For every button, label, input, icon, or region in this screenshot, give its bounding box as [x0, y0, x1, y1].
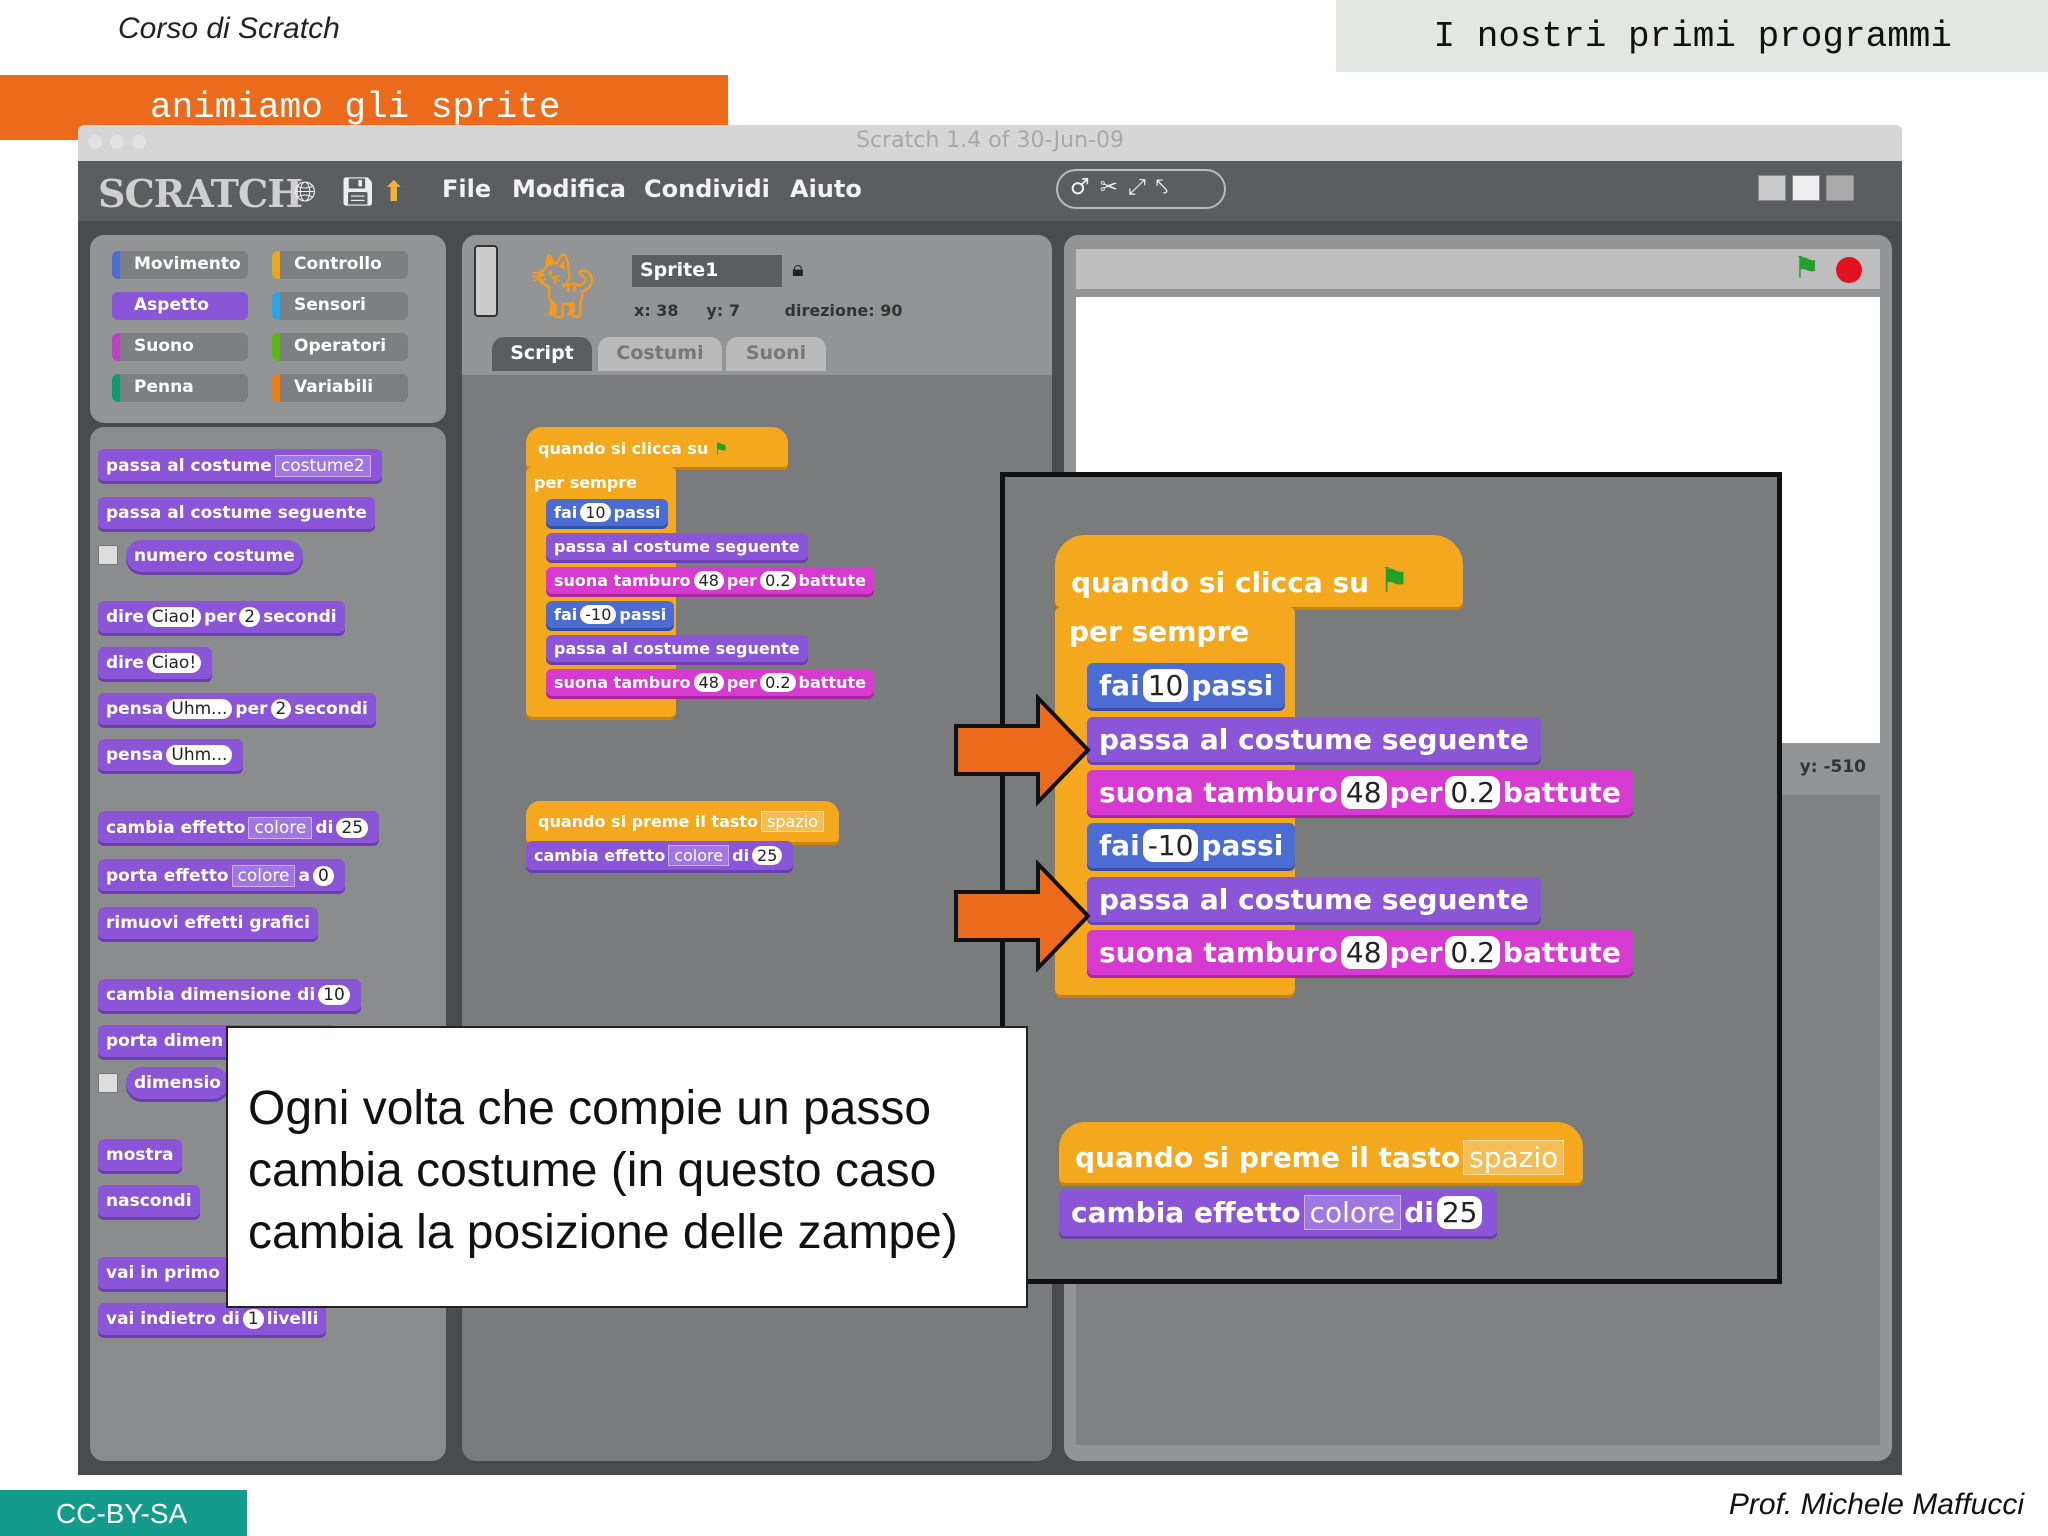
- zoomed-script-view: quando si clicca su ⚑ per sempre fai 10 pa…: [1000, 472, 1782, 1284]
- category-control[interactable]: Controllo: [272, 251, 408, 279]
- stage-toolbar: ⚑: [1076, 249, 1880, 289]
- block-when-key-pressed[interactable]: quando si preme il tasto spazio: [1059, 1122, 1584, 1183]
- effect-amount-field[interactable]: 25: [336, 818, 369, 838]
- stamp-icon[interactable]: ♂: [1070, 175, 1100, 200]
- block-play-drum[interactable]: suona tamburo 48 per 0.2 battute: [546, 567, 874, 594]
- block-switch-costume[interactable]: passa al costume costume2: [98, 449, 382, 481]
- mouse-y-readout: y: -510: [1799, 757, 1866, 777]
- lock-icon[interactable]: 🔒︎: [792, 257, 804, 282]
- block-move-10[interactable]: fai 10 passi: [1087, 663, 1286, 708]
- green-flag-icon: ⚑: [1378, 561, 1410, 601]
- think-text-field[interactable]: Uhm...: [166, 699, 233, 719]
- block-when-flag-clicked[interactable]: quando si clicca su ⚑: [526, 427, 788, 467]
- course-title: Corso di Scratch: [118, 12, 340, 45]
- sprite-tools: ♂✂⤢⤣: [1056, 169, 1226, 209]
- category-operators[interactable]: Operatori: [272, 333, 408, 361]
- globe-icon[interactable]: 🌐︎: [294, 175, 316, 209]
- effect-value-field[interactable]: 0: [312, 866, 334, 886]
- block-hide[interactable]: nascondi: [98, 1185, 200, 1217]
- category-panel: Movimento Controllo Aspetto Sensori Suon…: [90, 235, 446, 423]
- say-text-field[interactable]: Ciao!: [146, 607, 202, 627]
- block-when-key-pressed[interactable]: quando si preme il tasto spazio: [526, 801, 839, 842]
- scratch-logo: SCRATCH: [98, 171, 303, 216]
- green-flag-icon: ⚑: [713, 439, 729, 458]
- say-text-field[interactable]: Ciao!: [146, 653, 202, 673]
- block-costume-number[interactable]: numero costume: [126, 540, 303, 572]
- tab-sounds[interactable]: Suoni: [726, 337, 826, 371]
- explanation-note: Ogni volta che compie un passo cambia co…: [226, 1026, 1028, 1308]
- block-next-costume[interactable]: passa al costume seguente: [98, 497, 375, 529]
- scissors-icon[interactable]: ✂: [1100, 175, 1128, 200]
- save-icon[interactable]: 💾︎: [340, 175, 376, 208]
- block-play-drum[interactable]: suona tamburo 48 per 0.2 battute: [546, 669, 874, 696]
- size-change-field[interactable]: 10: [318, 985, 350, 1005]
- effect-dropdown[interactable]: colore: [248, 817, 313, 839]
- presentation-mode-icon[interactable]: [1826, 175, 1854, 201]
- category-motion[interactable]: Movimento: [112, 251, 248, 279]
- menu-help[interactable]: Aiuto: [790, 175, 862, 203]
- block-next-costume[interactable]: passa al costume seguente: [546, 533, 808, 560]
- slide-title: I nostri primi programmi: [1433, 16, 1952, 57]
- rotation-style-buttons[interactable]: [474, 245, 498, 317]
- menu-bar: SCRATCH 🌐︎ 💾︎ ⬆ File Modifica Condividi …: [78, 161, 1902, 221]
- category-sensing[interactable]: Sensori: [272, 292, 408, 320]
- sprite-info-panel: 🐈︎ Sprite1 🔒︎ x: 38 y: 7 direzione: 90 S…: [462, 235, 1052, 375]
- block-think[interactable]: pensa Uhm...: [98, 739, 244, 771]
- sprite-thumbnail: 🐈︎: [522, 250, 604, 324]
- block-think-for-secs[interactable]: pensa Uhm... per 2 secondi: [98, 693, 376, 725]
- sprite-name-field[interactable]: Sprite1: [632, 255, 782, 287]
- block-clear-effects[interactable]: rimuovi effetti grafici: [98, 907, 318, 939]
- block-change-effect[interactable]: cambia effetto colore di 25: [526, 841, 794, 870]
- green-flag-icon[interactable]: ⚑: [1793, 251, 1820, 286]
- block-change-effect[interactable]: cambia effetto colore di 25: [1059, 1189, 1498, 1236]
- slide-title-box: I nostri primi programmi: [1336, 0, 2048, 72]
- block-move-minus-10[interactable]: fai -10 passi: [546, 601, 675, 628]
- block-when-flag-clicked[interactable]: quando si clicca su ⚑: [1055, 535, 1463, 607]
- block-change-size[interactable]: cambia dimensione di 10: [98, 979, 361, 1011]
- sprite-coordinates: x: 38 y: 7 direzione: 90: [634, 301, 903, 320]
- category-variables[interactable]: Variabili: [272, 374, 408, 402]
- layers-field[interactable]: 1: [242, 1309, 264, 1329]
- slide-subtitle: animiamo gli sprite: [150, 87, 561, 128]
- block-next-costume[interactable]: passa al costume seguente: [1087, 877, 1541, 922]
- menu-share[interactable]: Condividi: [644, 175, 770, 203]
- block-next-costume[interactable]: passa al costume seguente: [1087, 717, 1541, 762]
- menu-edit[interactable]: Modifica: [512, 175, 626, 203]
- normal-stage-icon[interactable]: [1792, 175, 1820, 201]
- author-credit: Prof. Michele Maffucci: [1728, 1488, 2024, 1521]
- license-badge: CC-BY-SA: [0, 1490, 247, 1536]
- say-secs-field[interactable]: 2: [239, 607, 261, 627]
- effect-dropdown[interactable]: colore: [231, 865, 296, 887]
- block-show[interactable]: mostra: [98, 1139, 182, 1171]
- shrink-icon[interactable]: ⤣: [1156, 175, 1178, 200]
- tab-script[interactable]: Script: [492, 337, 592, 371]
- block-play-drum[interactable]: suona tamburo 48 per 0.2 battute: [1087, 770, 1633, 815]
- think-text-field[interactable]: Uhm...: [166, 745, 233, 765]
- tab-costumes[interactable]: Costumi: [598, 337, 722, 371]
- block-say[interactable]: dire Ciao!: [98, 647, 213, 679]
- block-next-costume[interactable]: passa al costume seguente: [546, 635, 808, 662]
- costume-number-checkbox[interactable]: [98, 545, 118, 565]
- menu-file[interactable]: File: [442, 175, 491, 203]
- grow-icon[interactable]: ⤢: [1128, 175, 1156, 200]
- stop-sign-icon[interactable]: [1836, 257, 1862, 283]
- share-icon[interactable]: ⬆: [382, 175, 405, 208]
- category-pen[interactable]: Penna: [112, 374, 248, 402]
- costume-dropdown[interactable]: costume2: [274, 455, 371, 477]
- block-set-effect[interactable]: porta effetto colore a 0: [98, 859, 345, 891]
- block-move-minus-10[interactable]: fai -10 passi: [1087, 823, 1296, 868]
- block-size[interactable]: dimensio: [126, 1067, 229, 1099]
- arrow-icon: [954, 694, 1091, 806]
- category-looks[interactable]: Aspetto: [112, 292, 248, 320]
- size-checkbox[interactable]: [98, 1073, 118, 1093]
- block-move-10[interactable]: fai 10 passi: [546, 499, 669, 526]
- arrow-icon: [954, 860, 1091, 972]
- block-play-drum[interactable]: suona tamburo 48 per 0.2 battute: [1087, 930, 1633, 975]
- block-change-effect[interactable]: cambia effetto colore di 25: [98, 811, 380, 843]
- block-say-for-secs[interactable]: dire Ciao! per 2 secondi: [98, 601, 345, 633]
- small-stage-icon[interactable]: [1758, 175, 1786, 201]
- category-sound[interactable]: Suono: [112, 333, 248, 361]
- window-title: Scratch 1.4 of 30-Jun-09: [856, 128, 1124, 153]
- think-secs-field[interactable]: 2: [270, 699, 292, 719]
